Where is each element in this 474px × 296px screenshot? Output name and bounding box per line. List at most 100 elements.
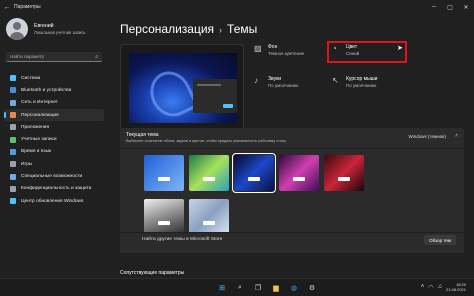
avatar — [6, 18, 28, 40]
sidebar-item-7[interactable]: Игры — [4, 158, 104, 170]
current-theme-description: Выберите сочетание обоев, звуков и цвето… — [126, 139, 287, 143]
sidebar-item-label: Специальные возможности — [21, 174, 83, 180]
sidebar-item-10[interactable]: Центр обновления Windows — [4, 195, 104, 207]
system-tray: ˄ ◠ ♫ 18:20 21.08.2021 — [421, 282, 466, 292]
sidebar-item-label: Персонализация — [21, 112, 59, 118]
nav-icon — [10, 148, 16, 155]
theme-thumbnail[interactable] — [189, 155, 229, 191]
user-profile[interactable]: Евгений Локальная учетная запись — [6, 18, 86, 40]
page-title: Темы — [227, 22, 258, 36]
cursor-option[interactable]: ↖ Курсор мыши По умолчанию — [332, 76, 377, 88]
task-view-icon[interactable]: ❐ — [252, 282, 264, 294]
window-title: Параметры — [14, 4, 41, 10]
background-option[interactable]: ▨ Фон Темное цветение — [254, 44, 304, 56]
explorer-icon[interactable]: ▆ — [270, 282, 282, 294]
settings-icon[interactable]: ⚙ — [306, 282, 318, 294]
minimize-button[interactable]: ─ — [426, 0, 442, 14]
edge-icon[interactable]: ◍ — [288, 282, 300, 294]
sidebar: Евгений Локальная учетная запись Найти п… — [0, 14, 108, 278]
sidebar-item-label: Центр обновления Windows — [21, 198, 84, 204]
theme-thumbnail[interactable] — [189, 199, 229, 235]
breadcrumb-separator: › — [219, 25, 223, 35]
sidebar-item-8[interactable]: Специальные возможности — [4, 170, 104, 182]
sidebar-item-label: Bluetooth и устройства — [21, 87, 72, 93]
sidebar-item-label: Учетные записи — [21, 137, 57, 143]
sidebar-item-1[interactable]: Bluetooth и устройства — [4, 84, 104, 96]
nav-icon — [10, 161, 16, 168]
cursor-icon: ↖ — [332, 76, 339, 85]
background-label: Фон — [268, 44, 278, 50]
background-value: Темное цветение — [268, 51, 305, 56]
wifi-icon[interactable]: ◠ — [428, 284, 433, 291]
search-placeholder: Найти параметр — [10, 54, 45, 59]
browse-themes-button[interactable]: Обзор тем — [424, 235, 456, 245]
theme-window-preview — [158, 221, 170, 225]
taskbar: ⊞ ⌕ ❐ ▆ ◍ ⚙ ˄ ◠ ♫ 18:20 21.08.2021 — [0, 278, 474, 296]
search-icon: ⌕ — [95, 53, 98, 60]
nav-icon — [10, 87, 16, 94]
sidebar-item-2[interactable]: Сеть и Интернет — [4, 97, 104, 109]
clock[interactable]: 18:20 21.08.2021 — [446, 282, 466, 292]
settings-window: ← Параметры ─ ▢ ✕ Евгений Локальная учет… — [0, 0, 474, 278]
sidebar-item-label: Приложения — [21, 124, 50, 130]
current-theme-header[interactable]: Текущая тема Выберите сочетание обоев, з… — [120, 128, 464, 148]
speaker-icon: ♪ — [254, 76, 258, 85]
main-content: Персонализация › Темы ▨ Фон Темное цветени… — [114, 14, 470, 278]
color-highlight-box — [327, 41, 407, 63]
theme-window-preview — [338, 177, 350, 181]
cursor-value: По умолчанию — [346, 83, 377, 88]
close-button[interactable]: ✕ — [458, 0, 474, 14]
theme-thumbnail[interactable] — [144, 199, 184, 235]
cursor-label: Курсор мыши — [346, 76, 378, 82]
sidebar-item-3[interactable]: Персонализация — [4, 108, 104, 122]
nav-icon — [10, 185, 16, 192]
nav-icon — [10, 173, 16, 180]
breadcrumb: Персонализация › Темы — [120, 22, 257, 36]
sidebar-item-9[interactable]: Конфиденциальность и защита — [4, 183, 104, 195]
title-bar: ← Параметры ─ ▢ ✕ — [0, 0, 474, 14]
clock-date: 21.08.2021 — [445, 287, 466, 292]
breadcrumb-parent[interactable]: Персонализация — [120, 22, 214, 36]
nav-icon — [10, 198, 16, 205]
search-icon[interactable]: ⌕ — [234, 282, 246, 294]
sidebar-item-6[interactable]: Время и язык — [4, 146, 104, 158]
taskbar-apps: ⊞ ⌕ ❐ ▆ ◍ ⚙ — [213, 282, 321, 294]
nav-icon — [10, 124, 16, 131]
theme-window-preview — [158, 177, 170, 181]
sounds-option[interactable]: ♪ Звуки По умолчанию — [254, 76, 298, 88]
sounds-value: По умолчанию — [268, 83, 299, 88]
sidebar-nav: Система Bluetooth и устройства Сеть и Инте… — [4, 72, 104, 207]
theme-preview — [120, 44, 244, 130]
maximize-button[interactable]: ▢ — [442, 0, 458, 14]
store-label: Найти другие темы в Microsoft Store — [142, 237, 223, 242]
volume-icon[interactable]: ♫ — [437, 284, 442, 290]
theme-thumbnail[interactable] — [279, 155, 319, 191]
nav-icon — [10, 75, 16, 82]
theme-window-preview — [293, 177, 305, 181]
theme-thumbnail[interactable] — [232, 153, 276, 193]
sidebar-item-4[interactable]: Приложения — [4, 121, 104, 133]
sounds-label: Звуки — [268, 76, 282, 82]
chevron-up-icon[interactable]: ˄ — [455, 133, 458, 139]
sidebar-item-label: Время и язык — [21, 149, 52, 155]
back-arrow-icon[interactable]: ← — [0, 4, 14, 11]
bloom-shape — [143, 64, 199, 123]
sidebar-item-0[interactable]: Система — [4, 72, 104, 84]
theme-thumbnail[interactable] — [144, 155, 184, 191]
nav-icon — [10, 99, 16, 106]
picture-icon: ▨ — [254, 44, 262, 53]
window-controls: ─ ▢ ✕ — [426, 0, 474, 14]
profile-subtitle: Локальная учетная запись — [34, 30, 86, 35]
search-input[interactable]: Найти параметр ⌕ — [6, 52, 102, 62]
related-settings-heading: Сопутствующие параметры — [120, 270, 185, 276]
start-icon[interactable]: ⊞ — [216, 282, 228, 294]
current-theme-value: Windows (темная) — [408, 134, 446, 139]
store-row: Найти другие темы в Microsoft Store Обзо… — [120, 232, 464, 246]
sidebar-item-label: Сеть и Интернет — [21, 100, 58, 106]
theme-window-preview — [248, 177, 260, 181]
chevron-up-icon[interactable]: ˄ — [421, 284, 425, 290]
mouse-pointer-icon: ➤ — [397, 45, 403, 52]
theme-thumbnail[interactable] — [324, 155, 364, 191]
window-mock — [193, 79, 237, 113]
sidebar-item-5[interactable]: Учетные записи — [4, 133, 104, 145]
